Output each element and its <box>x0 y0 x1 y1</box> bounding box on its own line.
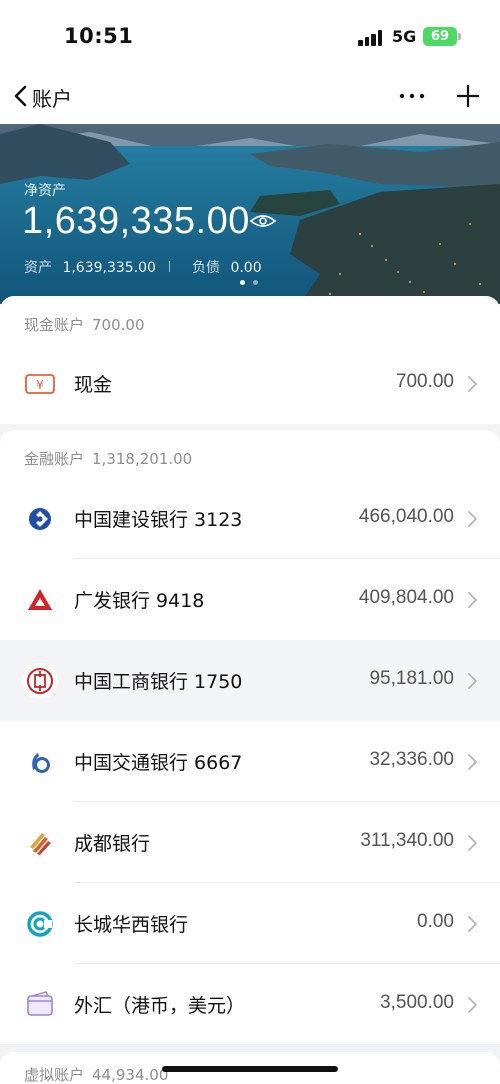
chevron-right-icon <box>468 754 477 770</box>
account-balance: 700.00 <box>395 371 454 392</box>
bocom-logo-icon <box>22 744 58 780</box>
chevron-right-icon <box>468 835 477 851</box>
chevron-right-icon <box>468 592 477 608</box>
net-assets-value: 1,639,335.00 <box>22 200 250 242</box>
add-icon[interactable] <box>456 84 480 108</box>
more-icon[interactable] <box>396 84 428 108</box>
account-row-gwhx[interactable]: 长城华西银行 0.00 <box>0 883 500 964</box>
account-row-ccb[interactable]: 中国建设银行 3123 466,040.00 <box>0 478 500 559</box>
chevron-right-icon <box>468 376 477 392</box>
cgb-logo-icon <box>22 582 58 618</box>
account-name: 现金 <box>74 374 113 396</box>
group-total: 700.00 <box>92 316 145 334</box>
ccb-logo-icon <box>22 501 58 537</box>
icbc-logo-icon <box>22 663 58 699</box>
account-name: 成都银行 <box>74 833 151 855</box>
cash-accounts-card: 现金账户 700.00 ¥ 现金 700.00 <box>0 296 500 424</box>
signal-icon <box>358 30 384 46</box>
network-type: 5G <box>392 27 417 46</box>
net-assets-label: 净资产 <box>24 183 66 199</box>
liabilities-summary: 负债 0.00 <box>192 257 262 277</box>
account-balance: 95,181.00 <box>369 668 454 689</box>
group-header-cash: 现金账户 700.00 <box>24 314 145 335</box>
account-row-forex[interactable]: 外汇（港币，美元） 3,500.00 <box>0 964 500 1045</box>
assets-label: 资产 <box>24 260 52 276</box>
status-time: 10:51 <box>64 24 134 48</box>
group-title: 虚拟账户 <box>24 1066 85 1084</box>
account-balance: 0.00 <box>417 911 454 932</box>
gwhx-logo-icon <box>22 906 58 942</box>
back-icon[interactable] <box>10 84 34 108</box>
forex-card-icon <box>22 987 58 1023</box>
svg-text:¥: ¥ <box>36 378 44 392</box>
assets-value: 1,639,335.00 <box>62 260 156 276</box>
summary-divider <box>169 261 170 272</box>
account-name: 中国工商银行 1750 <box>74 671 243 693</box>
account-row-cash[interactable]: ¥ 现金 700.00 <box>0 343 500 424</box>
net-assets-banner[interactable]: 净资产 1,639,335.00 资产 1,639,335.00 负债 0.00 <box>0 124 500 304</box>
assets-summary: 资产 1,639,335.00 <box>24 257 156 277</box>
account-name: 长城华西银行 <box>74 914 189 936</box>
account-row-bocd[interactable]: 成都银行 311,340.00 <box>0 802 500 883</box>
group-title: 金融账户 <box>24 450 85 468</box>
eye-icon[interactable] <box>250 212 276 230</box>
liabilities-label: 负债 <box>192 260 220 276</box>
account-row-icbc[interactable]: 中国工商银行 1750 95,181.00 <box>0 640 500 721</box>
account-name: 广发银行 9418 <box>74 590 205 612</box>
group-total: 1,318,201.00 <box>92 450 193 468</box>
group-header-virtual: 虚拟账户 44,934.00 <box>24 1064 168 1084</box>
group-header-financial: 金融账户 1,318,201.00 <box>24 448 192 469</box>
account-name: 外汇（港币，美元） <box>74 995 246 1017</box>
account-balance: 466,040.00 <box>358 506 454 527</box>
battery-icon: 69 <box>423 27 457 46</box>
group-title: 现金账户 <box>24 316 85 334</box>
page-title: 账户 <box>32 87 72 111</box>
financial-accounts-card: 金融账户 1,318,201.00 中国建设银行 3123 466,040.00 … <box>0 430 500 1044</box>
liabilities-value: 0.00 <box>230 260 262 276</box>
account-row-bocom[interactable]: 中国交通银行 6667 32,336.00 <box>0 721 500 802</box>
account-balance: 32,336.00 <box>369 749 454 770</box>
cash-yuan-icon: ¥ <box>22 366 58 402</box>
group-total: 44,934.00 <box>92 1066 169 1084</box>
account-balance: 311,340.00 <box>360 830 454 851</box>
chevron-right-icon <box>468 916 477 932</box>
account-name: 中国建设银行 3123 <box>74 509 243 531</box>
battery-cap <box>458 33 461 40</box>
account-name: 中国交通银行 6667 <box>74 752 243 774</box>
chevron-right-icon <box>468 997 477 1013</box>
account-row-cgb[interactable]: 广发银行 9418 409,804.00 <box>0 559 500 640</box>
chevron-right-icon <box>468 673 477 689</box>
chevron-right-icon <box>468 511 477 527</box>
account-balance: 3,500.00 <box>380 992 454 1013</box>
status-bar: 10:51 5G 69 <box>0 0 500 70</box>
nav-bar: 账户 <box>0 70 500 124</box>
account-balance: 409,804.00 <box>358 587 454 608</box>
page-indicator <box>240 280 264 286</box>
bocd-logo-icon <box>22 825 58 861</box>
home-indicator <box>162 1066 338 1072</box>
